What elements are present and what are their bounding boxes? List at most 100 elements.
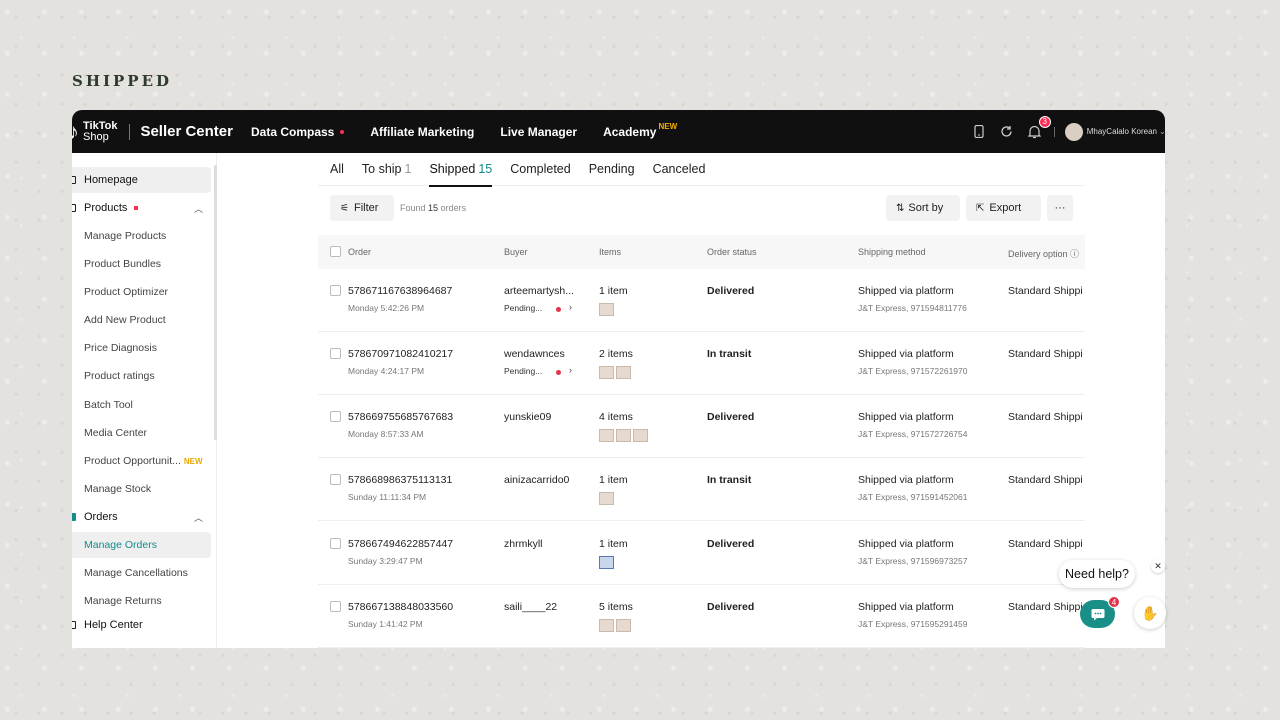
sidebar-item-media-center[interactable]: Media Center — [72, 420, 211, 446]
tab-all[interactable]: All — [330, 153, 344, 186]
buyer-name[interactable]: yunskie09 — [504, 411, 551, 423]
tracking-number[interactable]: J&T Express, 971595291459 — [858, 619, 967, 629]
product-thumbnail[interactable] — [633, 429, 648, 442]
order-status: Delivered — [707, 285, 755, 297]
table-row[interactable]: 578667494622857447 Sunday 3:29:47 PM zhrmk… — [318, 522, 1085, 585]
table-row[interactable]: 578667138848033560 Sunday 1:41:42 PM saili… — [318, 585, 1085, 648]
sidebar-item-homepage[interactable]: Homepage — [72, 167, 211, 193]
order-status: Delivered — [707, 601, 755, 613]
column-header-order-status: Order status — [707, 247, 757, 257]
product-thumbnail[interactable] — [599, 492, 614, 505]
sidebar-item-label: Product Bundles — [84, 258, 162, 270]
sidebar-item-help-center[interactable]: Help Center — [72, 612, 211, 638]
sidebar-item-label: Product Optimizer — [84, 286, 169, 298]
found-prefix: Found — [400, 203, 426, 213]
product-thumbnail[interactable] — [616, 366, 631, 379]
item-thumbnails — [599, 429, 650, 442]
order-time: Monday 5:42:26 PM — [348, 303, 425, 313]
order-id[interactable]: 578668986375113131 — [348, 474, 452, 486]
order-status: In transit — [707, 348, 752, 360]
sidebar-item-price-diagnosis[interactable]: Price Diagnosis — [72, 335, 211, 361]
table-row[interactable]: 578671167638964687 Monday 5:42:26 PM artee… — [318, 269, 1085, 332]
order-id[interactable]: 578671167638964687 — [348, 285, 452, 297]
product-thumbnail[interactable] — [616, 619, 631, 632]
export-button[interactable]: ⇱ Export — [966, 195, 1041, 221]
sidebar-item-batch-tool[interactable]: Batch Tool — [72, 392, 211, 418]
nav-academy[interactable]: Academy NEW — [603, 122, 677, 139]
mobile-icon[interactable] — [972, 125, 986, 139]
row-checkbox[interactable] — [330, 348, 341, 359]
product-thumbnail[interactable] — [599, 556, 614, 569]
avatar[interactable] — [1064, 122, 1083, 141]
tracking-number[interactable]: J&T Express, 971572261970 — [858, 366, 967, 376]
refresh-icon[interactable] — [1000, 125, 1014, 139]
tab-pending[interactable]: Pending — [589, 153, 635, 186]
chevron-right-icon[interactable]: › — [569, 302, 572, 312]
nav-live-manager[interactable]: Live Manager — [500, 125, 577, 139]
table-row[interactable]: 578668986375113131 Sunday 11:11:34 PM aini… — [318, 458, 1085, 521]
table-row[interactable]: 578669755685767683 Monday 8:57:33 AM yunsk… — [318, 395, 1085, 458]
buyer-name[interactable]: zhrmkyll — [504, 538, 543, 550]
row-checkbox[interactable] — [330, 411, 341, 422]
sidebar-item-product-optimizer[interactable]: Product Optimizer — [72, 279, 211, 305]
more-options-button[interactable]: ··· — [1047, 195, 1073, 221]
product-thumbnail[interactable] — [599, 303, 614, 316]
product-thumbnail[interactable] — [599, 429, 614, 442]
tracking-number[interactable]: J&T Express, 971594811776 — [858, 303, 967, 313]
row-checkbox[interactable] — [330, 285, 341, 296]
table-row[interactable]: 578670971082410217 Monday 4:24:17 PM wenda… — [318, 332, 1085, 395]
chevron-right-icon[interactable]: › — [569, 365, 572, 375]
nav-label: Live Manager — [500, 124, 578, 139]
order-id[interactable]: 578670971082410217 — [348, 348, 453, 360]
select-all-checkbox[interactable] — [330, 246, 341, 257]
tab-count: 15 — [478, 162, 493, 176]
sidebar-item-orders[interactable]: Orders ︿ — [72, 504, 211, 530]
order-id[interactable]: 578667138848033560 — [348, 601, 453, 613]
filter-button[interactable]: ⚟ Filter — [330, 195, 394, 221]
tab-shipped[interactable]: Shipped 15 — [429, 153, 493, 187]
sidebar-item-manage-products[interactable]: Manage Products — [72, 223, 211, 249]
sidebar-item-manage-returns[interactable]: Manage Returns — [72, 588, 211, 614]
need-help-bubble[interactable]: Need help? — [1059, 560, 1135, 588]
sidebar-item-product-bundles[interactable]: Product Bundles — [72, 251, 211, 277]
sidebar-item-label: Help Center — [84, 619, 143, 631]
buyer-name[interactable]: wendawnces — [504, 348, 565, 360]
product-thumbnail[interactable] — [599, 366, 614, 379]
tab-canceled[interactable]: Canceled — [653, 153, 706, 186]
close-icon[interactable]: ✕ — [1151, 559, 1165, 573]
sidebar-item-manage-orders[interactable]: Manage Orders — [72, 532, 211, 558]
row-checkbox[interactable] — [330, 601, 341, 612]
chevron-down-icon[interactable]: ⌄ — [1159, 127, 1165, 136]
notification-bell-icon[interactable]: 3 — [1028, 115, 1051, 139]
tab-completed[interactable]: Completed — [510, 153, 570, 186]
sidebar-item-add-new-product[interactable]: Add New Product — [72, 307, 211, 333]
sidebar-item-product-ratings[interactable]: Product ratings — [72, 363, 211, 389]
buyer-name[interactable]: ainizacarrido0 — [504, 474, 569, 486]
sidebar-item-products[interactable]: Products ︿ — [72, 195, 211, 221]
logo-line1: TikTok — [83, 119, 118, 132]
buyer-name[interactable]: arteemartysh... — [504, 285, 574, 297]
tab-to-ship[interactable]: To ship 1 — [362, 153, 412, 186]
nav-data-compass[interactable]: Data Compass — [251, 125, 345, 139]
buyer-name[interactable]: saili____22 — [504, 601, 557, 613]
order-id[interactable]: 578669755685767683 — [348, 411, 453, 423]
tracking-number[interactable]: J&T Express, 971572726754 — [858, 429, 967, 439]
tracking-number[interactable]: J&T Express, 971596973257 — [858, 556, 967, 566]
sidebar-item-manage-cancellations[interactable]: Manage Cancellations — [72, 560, 211, 586]
seller-center-window: ♪ TikTok Shop Seller Center Data Compass… — [72, 110, 1165, 648]
sidebar-scrollbar[interactable] — [214, 165, 217, 440]
order-id[interactable]: 578667494622857447 — [348, 538, 453, 550]
product-thumbnail[interactable] — [616, 429, 631, 442]
product-thumbnail[interactable] — [599, 619, 614, 632]
hand-wave-icon[interactable]: ✋ — [1134, 597, 1166, 629]
sidebar-item-label: Products — [84, 202, 128, 214]
row-checkbox[interactable] — [330, 538, 341, 549]
tiktok-shop-logo[interactable]: ♪ TikTok Shop — [72, 110, 117, 153]
sidebar-item-manage-stock[interactable]: Manage Stock — [72, 476, 211, 502]
tracking-number[interactable]: J&T Express, 971591452061 — [858, 492, 967, 502]
sort-by-button[interactable]: ⇅ Sort by — [886, 195, 960, 221]
user-name[interactable]: MhayCalalo Korean — [1087, 127, 1157, 136]
nav-affiliate-marketing[interactable]: Affiliate Marketing — [370, 125, 474, 139]
row-checkbox[interactable] — [330, 474, 341, 485]
sidebar-item-product-opportunity[interactable]: Product Opportunit... NEW — [72, 448, 211, 474]
